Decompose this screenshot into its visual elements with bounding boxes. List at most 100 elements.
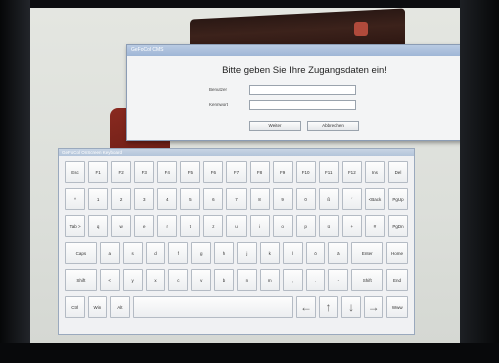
key-shift[interactable]: Shift bbox=[351, 269, 384, 291]
key-symbol[interactable]: - bbox=[328, 269, 349, 291]
key-caps[interactable]: Caps bbox=[65, 242, 97, 264]
key-pgdn[interactable]: PgDn bbox=[387, 215, 408, 237]
key-f10[interactable]: F10 bbox=[295, 161, 316, 183]
key-z[interactable]: z bbox=[203, 215, 224, 237]
key-p[interactable]: p bbox=[295, 215, 316, 237]
login-heading: Bitte geben Sie Ihre Zugangsdaten ein! bbox=[222, 65, 387, 76]
key-8[interactable]: 8 bbox=[249, 188, 270, 210]
key-win[interactable]: Win bbox=[87, 296, 108, 318]
key-symbol[interactable]: . bbox=[305, 269, 326, 291]
space-key[interactable] bbox=[132, 296, 294, 318]
key-i[interactable]: i bbox=[249, 215, 270, 237]
key-f7[interactable]: F7 bbox=[226, 161, 247, 183]
key-x[interactable]: x bbox=[145, 269, 166, 291]
login-window-title: GeFoCol CMS bbox=[131, 47, 164, 53]
key-symbol[interactable]: < bbox=[99, 269, 120, 291]
key-2[interactable]: 2 bbox=[111, 188, 132, 210]
username-field[interactable] bbox=[249, 85, 356, 95]
key-9[interactable]: 9 bbox=[272, 188, 293, 210]
monitor-bezel-bottom bbox=[0, 343, 499, 363]
key-3[interactable]: 3 bbox=[134, 188, 155, 210]
key-6[interactable]: 6 bbox=[203, 188, 224, 210]
key-symbol[interactable]: + bbox=[341, 215, 362, 237]
ok-button[interactable]: Weiter bbox=[249, 121, 301, 131]
key-symbol[interactable]: # bbox=[364, 215, 385, 237]
key-y[interactable]: y bbox=[122, 269, 143, 291]
cancel-button[interactable]: Abbrechen bbox=[307, 121, 359, 131]
key-s[interactable]: s bbox=[122, 242, 143, 264]
key-a[interactable]: a bbox=[99, 242, 120, 264]
login-title-bar[interactable]: GeFoCol CMS x bbox=[127, 45, 460, 56]
key-1[interactable]: 1 bbox=[88, 188, 109, 210]
key-f5[interactable]: F5 bbox=[180, 161, 201, 183]
key-f11[interactable]: F11 bbox=[318, 161, 339, 183]
password-label: Kennwort bbox=[209, 102, 229, 107]
key-d[interactable]: d bbox=[145, 242, 166, 264]
key-f[interactable]: f bbox=[168, 242, 189, 264]
key-ü[interactable]: ü bbox=[318, 215, 339, 237]
key-g[interactable]: g bbox=[191, 242, 212, 264]
desktop-screen: GeFoCol CMS x Bitte geben Sie Ihre Zugan… bbox=[30, 8, 460, 343]
key-l[interactable]: l bbox=[282, 242, 303, 264]
key-f2[interactable]: F2 bbox=[111, 161, 132, 183]
keyboard-title-bar[interactable]: GeFoCol OnScreen Keyboard bbox=[59, 149, 414, 156]
key-end[interactable]: End bbox=[386, 269, 408, 291]
key-7[interactable]: 7 bbox=[226, 188, 247, 210]
key-del[interactable]: Del bbox=[387, 161, 408, 183]
monitor-bezel-left bbox=[0, 0, 30, 363]
key-n[interactable]: n bbox=[237, 269, 257, 291]
key-back[interactable]: <Back bbox=[364, 188, 385, 210]
key-t[interactable]: t bbox=[180, 215, 201, 237]
key-j[interactable]: j bbox=[237, 242, 257, 264]
onscreen-keyboard: GeFoCol OnScreen Keyboard Esc F1 F2 F3 F4 F5 F… bbox=[58, 148, 415, 335]
key-pgup[interactable]: PgUp bbox=[387, 188, 408, 210]
arrow-right-key[interactable]: → bbox=[363, 296, 384, 318]
key-symbol[interactable]: ´ bbox=[341, 188, 362, 210]
key-k[interactable]: k bbox=[259, 242, 280, 264]
key-ä[interactable]: ä bbox=[328, 242, 349, 264]
monitor-bezel-top bbox=[0, 0, 499, 8]
key-f4[interactable]: F4 bbox=[157, 161, 178, 183]
key-c[interactable]: c bbox=[168, 269, 189, 291]
key-v[interactable]: v bbox=[191, 269, 212, 291]
key-shift[interactable]: Shift bbox=[65, 269, 97, 291]
monitor-bezel-right bbox=[460, 0, 499, 363]
key-4[interactable]: 4 bbox=[157, 188, 178, 210]
key-q[interactable]: q bbox=[88, 215, 109, 237]
key-0[interactable]: 0 bbox=[295, 188, 316, 210]
key-f12[interactable]: F12 bbox=[341, 161, 362, 183]
key-f9[interactable]: F9 bbox=[272, 161, 293, 183]
key-f1[interactable]: F1 bbox=[88, 161, 109, 183]
arrow-left-key[interactable]: ← bbox=[296, 296, 316, 318]
key-ö[interactable]: ö bbox=[305, 242, 326, 264]
key-f6[interactable]: F6 bbox=[203, 161, 224, 183]
password-field[interactable] bbox=[249, 100, 356, 110]
key-5[interactable]: 5 bbox=[180, 188, 201, 210]
key-b[interactable]: b bbox=[214, 269, 234, 291]
key-f3[interactable]: F3 bbox=[134, 161, 155, 183]
key-symbol[interactable]: , bbox=[282, 269, 303, 291]
key-e[interactable]: e bbox=[134, 215, 155, 237]
key-r[interactable]: r bbox=[157, 215, 178, 237]
key-tab[interactable]: Tab > bbox=[65, 215, 86, 237]
key-home[interactable]: Home bbox=[386, 242, 408, 264]
key-u[interactable]: u bbox=[226, 215, 247, 237]
key-esc[interactable]: Esc bbox=[65, 161, 86, 183]
key-ß[interactable]: ß bbox=[318, 188, 339, 210]
key-www[interactable]: Www bbox=[386, 296, 408, 318]
wallpaper-icon bbox=[354, 22, 368, 36]
key-f8[interactable]: F8 bbox=[249, 161, 270, 183]
login-dialog: GeFoCol CMS x Bitte geben Sie Ihre Zugan… bbox=[126, 44, 460, 141]
key-ins[interactable]: Ins bbox=[364, 161, 385, 183]
key-ctrl[interactable]: Ctrl bbox=[65, 296, 85, 318]
username-label: Benutzer bbox=[209, 87, 228, 92]
key-enter[interactable]: Enter bbox=[351, 242, 384, 264]
key-h[interactable]: h bbox=[214, 242, 234, 264]
key-symbol[interactable]: ^ bbox=[65, 188, 86, 210]
key-w[interactable]: w bbox=[111, 215, 132, 237]
key-o[interactable]: o bbox=[272, 215, 293, 237]
key-m[interactable]: m bbox=[259, 269, 280, 291]
key-alt[interactable]: Alt bbox=[110, 296, 130, 318]
arrow-up-key[interactable]: ↑ bbox=[318, 296, 339, 318]
arrow-down-key[interactable]: ↓ bbox=[341, 296, 361, 318]
